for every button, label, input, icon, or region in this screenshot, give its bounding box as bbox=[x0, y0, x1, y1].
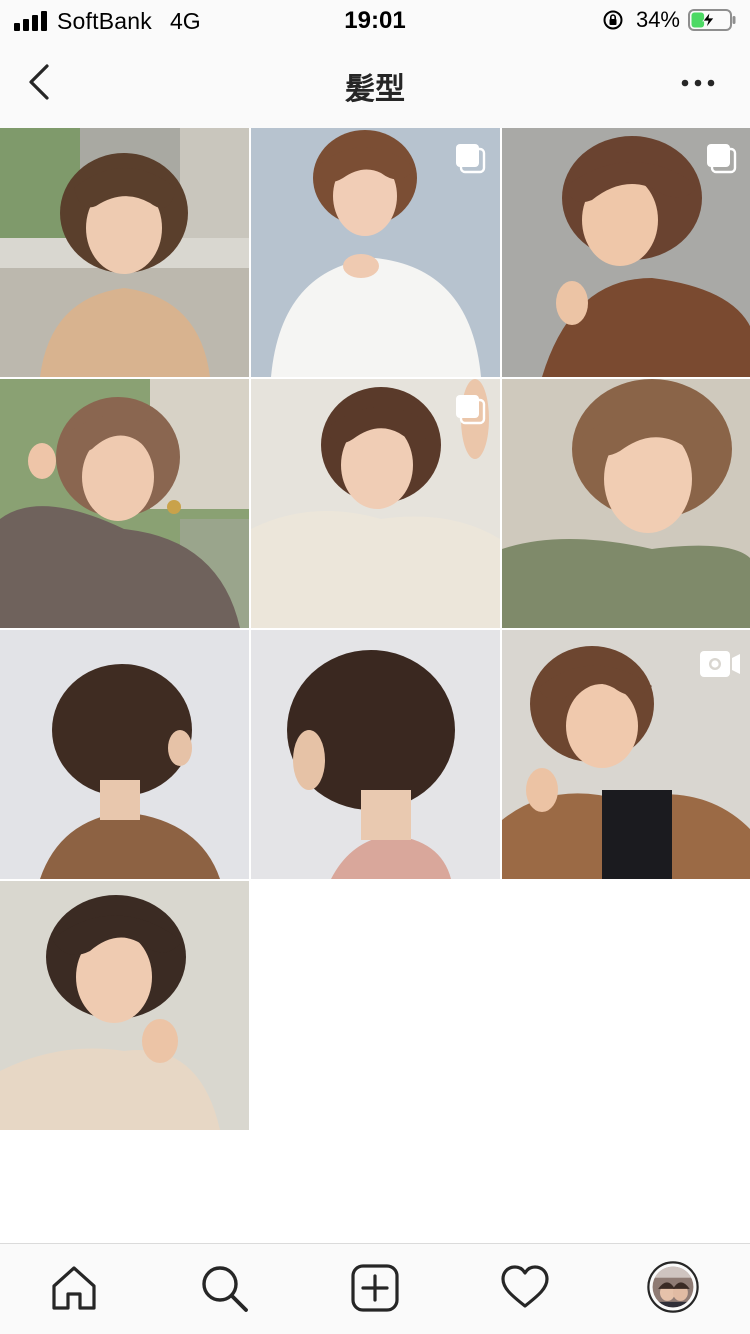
activity-heart-icon bbox=[501, 1265, 549, 1308]
grid-post-9[interactable] bbox=[502, 630, 750, 879]
rotation-lock-icon bbox=[603, 10, 623, 30]
tab-new-post[interactable] bbox=[349, 1262, 401, 1314]
carousel-icon bbox=[707, 144, 737, 174]
grid-post-4[interactable] bbox=[0, 379, 249, 628]
post-thumbnail bbox=[0, 379, 249, 628]
post-thumbnail bbox=[502, 379, 750, 628]
post-thumbnail bbox=[251, 630, 500, 879]
tab-activity[interactable] bbox=[499, 1262, 551, 1314]
navigation-header: 髪型 bbox=[0, 40, 750, 128]
post-thumbnail bbox=[0, 630, 249, 879]
ellipsis-icon bbox=[681, 79, 715, 87]
carousel-icon bbox=[456, 395, 486, 425]
grid-post-6[interactable] bbox=[502, 379, 750, 628]
tab-home[interactable] bbox=[48, 1262, 100, 1314]
profile-avatar bbox=[647, 1261, 699, 1313]
grid-post-2[interactable] bbox=[251, 128, 500, 377]
home-icon bbox=[52, 1266, 96, 1310]
new-post-icon bbox=[351, 1264, 399, 1312]
battery-icon bbox=[688, 9, 736, 31]
post-thumbnail bbox=[0, 128, 249, 377]
carousel-icon bbox=[456, 144, 486, 174]
grid-post-10[interactable] bbox=[0, 881, 249, 1130]
grid-post-7[interactable] bbox=[0, 630, 249, 879]
post-thumbnail bbox=[0, 881, 249, 1130]
grid-post-1[interactable] bbox=[0, 128, 249, 377]
more-options-button[interactable] bbox=[680, 70, 716, 96]
battery-percent: 34% bbox=[635, 7, 680, 32]
status-right: 34% bbox=[602, 7, 736, 33]
tab-search[interactable] bbox=[198, 1262, 250, 1314]
search-icon bbox=[202, 1266, 248, 1312]
grid-post-8[interactable] bbox=[251, 630, 500, 879]
tab-profile[interactable] bbox=[647, 1261, 703, 1317]
page-title: 髪型 bbox=[345, 73, 405, 106]
grid-post-5[interactable] bbox=[251, 379, 500, 628]
video-icon bbox=[700, 651, 740, 677]
tab-bar bbox=[0, 1243, 750, 1334]
status-bar: SoftBank 4G 19:01 34% bbox=[0, 0, 750, 40]
grid-post-3[interactable] bbox=[502, 128, 750, 377]
